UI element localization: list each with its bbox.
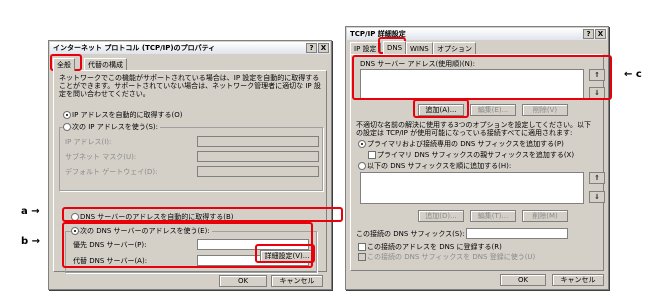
ok-button[interactable]: OK (219, 275, 267, 287)
ip-address-field[interactable] (197, 136, 319, 147)
highlight-add-button (413, 99, 469, 118)
ip-manual-label: 次の IP アドレスを使う(S): (72, 123, 160, 131)
highlight-dns-auto (62, 207, 343, 222)
parent-suffix-label: プライマリ DNS サフィックスの親サフィックスを追加する(X) (377, 151, 575, 159)
help-button[interactable]: ? (306, 43, 317, 53)
tab-general[interactable]: 全般 (53, 58, 75, 71)
cancel-button[interactable]: キャンセル (271, 275, 323, 287)
suffix-add-button[interactable]: 追加(D)... (418, 210, 464, 222)
ip-manual-radio[interactable] (63, 123, 71, 131)
annotation-a: a → (21, 206, 40, 217)
highlight-advanced-button (255, 244, 315, 263)
annotation-c: ← c (624, 69, 642, 80)
close-button[interactable]: X (318, 43, 329, 53)
dialog-title: インターネット プロトコル (TCP/IP)のプロパティ (50, 42, 330, 54)
conn-suffix-field[interactable] (466, 228, 568, 239)
highlight-dns-server-list (352, 55, 612, 100)
use-suffix-checkbox[interactable] (358, 253, 366, 261)
annotation-b: b → (21, 236, 41, 247)
close-button[interactable]: X (595, 29, 606, 39)
suffix-delete-button[interactable]: 削除(M) (522, 210, 568, 222)
parent-suffix-checkbox[interactable] (368, 151, 376, 159)
these-suffixes-label: 以下の DNS サフィックスを順に追加する(H): (367, 162, 512, 170)
subnet-field[interactable] (197, 151, 319, 162)
subnet-label: サブネット マスク(U): (65, 153, 137, 161)
gateway-label: デフォルト ゲートウェイ(D): (65, 168, 158, 176)
conn-suffix-label: この接続の DNS サフィックス(S): (356, 230, 465, 238)
gateway-field[interactable] (197, 166, 319, 177)
dns-delete-button[interactable]: 削除(V) (522, 104, 568, 116)
ok-button[interactable]: OK (500, 274, 546, 286)
suffix-down-button[interactable]: ⇓ (589, 191, 605, 203)
intro-text: ネットワークでこの機能がサポートされている場合は、IP 設定を自動的に取得するこ… (59, 74, 321, 98)
suffix-edit-button[interactable]: 編集(T)... (470, 210, 516, 222)
register-addr-label: この接続のアドレスを DNS に登録する(R) (367, 243, 502, 251)
primary-suffix-label: プライマリおよび接続専用の DNS サフィックスを追加する(P) (367, 140, 564, 148)
cancel-button[interactable]: キャンセル (552, 274, 604, 286)
primary-suffix-radio[interactable] (358, 140, 366, 148)
help-button[interactable]: ? (583, 29, 594, 39)
dns-edit-button[interactable]: 編集(E)... (470, 104, 516, 116)
tab-dns[interactable]: DNS (383, 41, 407, 54)
register-addr-checkbox[interactable] (358, 243, 366, 251)
suffix-up-button[interactable]: ⇑ (589, 172, 605, 184)
ip-auto-radio[interactable] (63, 111, 71, 119)
suffix-list[interactable] (360, 172, 584, 204)
these-suffixes-radio[interactable] (358, 162, 366, 170)
suffix-intro: 不適切な名前の解決に使用する3つのオプションを設定してください。以下の設定は T… (356, 121, 592, 137)
use-suffix-label: この接続の DNS サフィックスを DNS 登録に使う(U) (367, 253, 536, 261)
ip-address-label: IP アドレス(I): (65, 138, 112, 146)
ip-auto-label: IP アドレスを自動的に取得する(O) (72, 111, 183, 119)
